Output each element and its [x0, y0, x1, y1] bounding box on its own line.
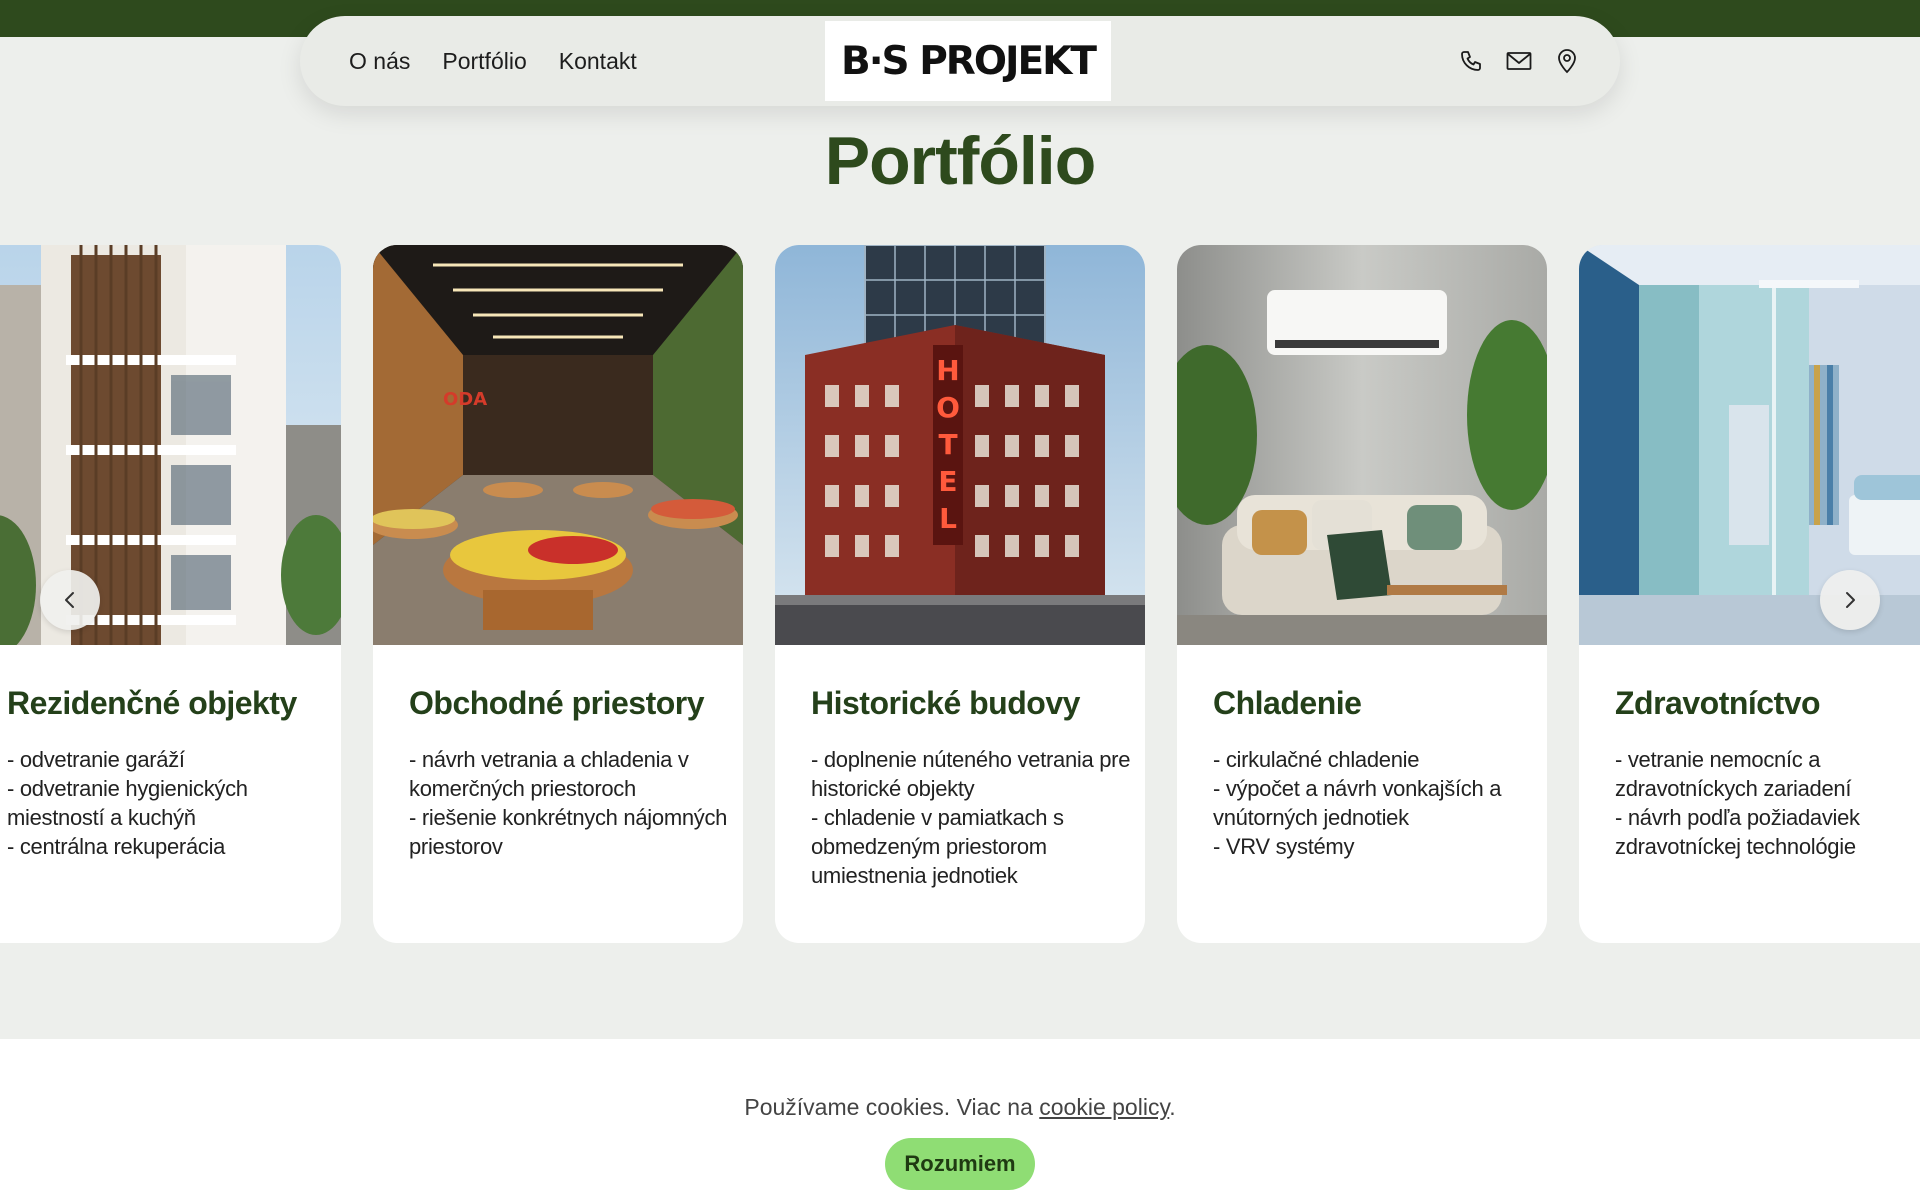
nav-link-about[interactable]: O nás [349, 48, 410, 75]
cookie-text-after: . [1169, 1094, 1176, 1120]
cookie-banner: Používame cookies. Viac na cookie policy… [0, 1039, 1920, 1200]
svg-text:E: E [938, 465, 957, 498]
card-list: - návrh vetrania a chladenia v komerčnýc… [409, 745, 729, 861]
card-list-item: - výpočet a návrh vonkajších a vnútornýc… [1213, 776, 1502, 830]
card-list-item: - chladenie v pamiatkach s obmedzeným pr… [811, 805, 1064, 888]
svg-text:T: T [938, 428, 957, 461]
chevron-right-icon [1846, 592, 1855, 608]
cookie-text-before: Používame cookies. Viac na [744, 1094, 1040, 1120]
page-title: Portfólio [824, 123, 1097, 199]
chevron-left-icon [65, 592, 74, 608]
card-title: Obchodné priestory [409, 685, 705, 721]
card-title: Rezidenčné objekty [7, 685, 297, 721]
mail-icon[interactable] [1506, 48, 1532, 74]
hotel-sign: H [936, 354, 959, 387]
card-list-item: - vetranie nemocníc a zdravotníckych zar… [1615, 747, 1852, 801]
card-image-commercial: ODA [373, 245, 743, 645]
card-list: - odvetranie garáží - odvetranie hygieni… [7, 745, 327, 861]
nav-link-contact[interactable]: Kontakt [559, 48, 637, 75]
card-list-item: - odvetranie hygienických miestností a k… [7, 776, 248, 830]
card-image-cooling [1177, 245, 1547, 645]
cookie-text: Používame cookies. Viac na cookie policy… [0, 1094, 1920, 1121]
cookie-policy-link[interactable]: cookie policy [1039, 1094, 1169, 1120]
card-title: Historické budovy [811, 685, 1080, 721]
phone-icon[interactable] [1458, 48, 1484, 74]
card-list-item: - centrálna rekuperácia [7, 834, 226, 859]
card-list: - cirkulačné chladenie - výpočet a návrh… [1213, 745, 1533, 861]
portfolio-card-cooling[interactable]: Chladenie - cirkulačné chladenie - výpoč… [1177, 245, 1547, 943]
nav-link-portfolio[interactable]: Portfólio [442, 48, 526, 75]
card-list: - doplnenie núteného vetrania pre histor… [811, 745, 1131, 890]
portfolio-card-commercial[interactable]: ODA Obchodné priestory - návrh vetrania … [373, 245, 743, 943]
logo-text: B·S PROJEKT [841, 38, 1097, 84]
card-list-item: - riešenie konkrétnych nájomných priesto… [409, 805, 728, 859]
carousel-next-button[interactable] [1820, 570, 1880, 630]
card-list-item: - VRV systémy [1213, 834, 1355, 859]
location-pin-icon[interactable] [1554, 48, 1580, 74]
card-list-item: - návrh podľa požiadaviek zdravotníckej … [1615, 805, 1860, 859]
card-list-item: - cirkulačné chladenie [1213, 747, 1420, 772]
card-title: Chladenie [1213, 685, 1362, 721]
card-list: - vetranie nemocníc a zdravotníckych zar… [1615, 745, 1920, 861]
carousel-prev-button[interactable] [40, 570, 100, 630]
logo[interactable]: B·S PROJEKT [825, 21, 1111, 101]
nav-links: O nás Portfólio Kontakt [349, 16, 637, 106]
portfolio-card-historical[interactable]: H O T E L Historické budovy - doplnenie … [775, 245, 1145, 943]
svg-text:ODA: ODA [443, 389, 487, 410]
card-list-item: - odvetranie garáží [7, 747, 185, 772]
card-list-item: - návrh vetrania a chladenia v komerčnýc… [409, 747, 689, 801]
svg-text:L: L [939, 502, 957, 535]
nav-icons [1458, 16, 1580, 106]
card-image-historical: H O T E L [775, 245, 1145, 645]
cookie-accept-button[interactable]: Rozumiem [885, 1138, 1035, 1190]
card-list-item: - doplnenie núteného vetrania pre histor… [811, 747, 1131, 801]
card-title: Zdravotníctvo [1615, 685, 1821, 721]
navbar: O nás Portfólio Kontakt B·S PROJEKT [300, 16, 1620, 106]
svg-text:O: O [936, 391, 960, 424]
